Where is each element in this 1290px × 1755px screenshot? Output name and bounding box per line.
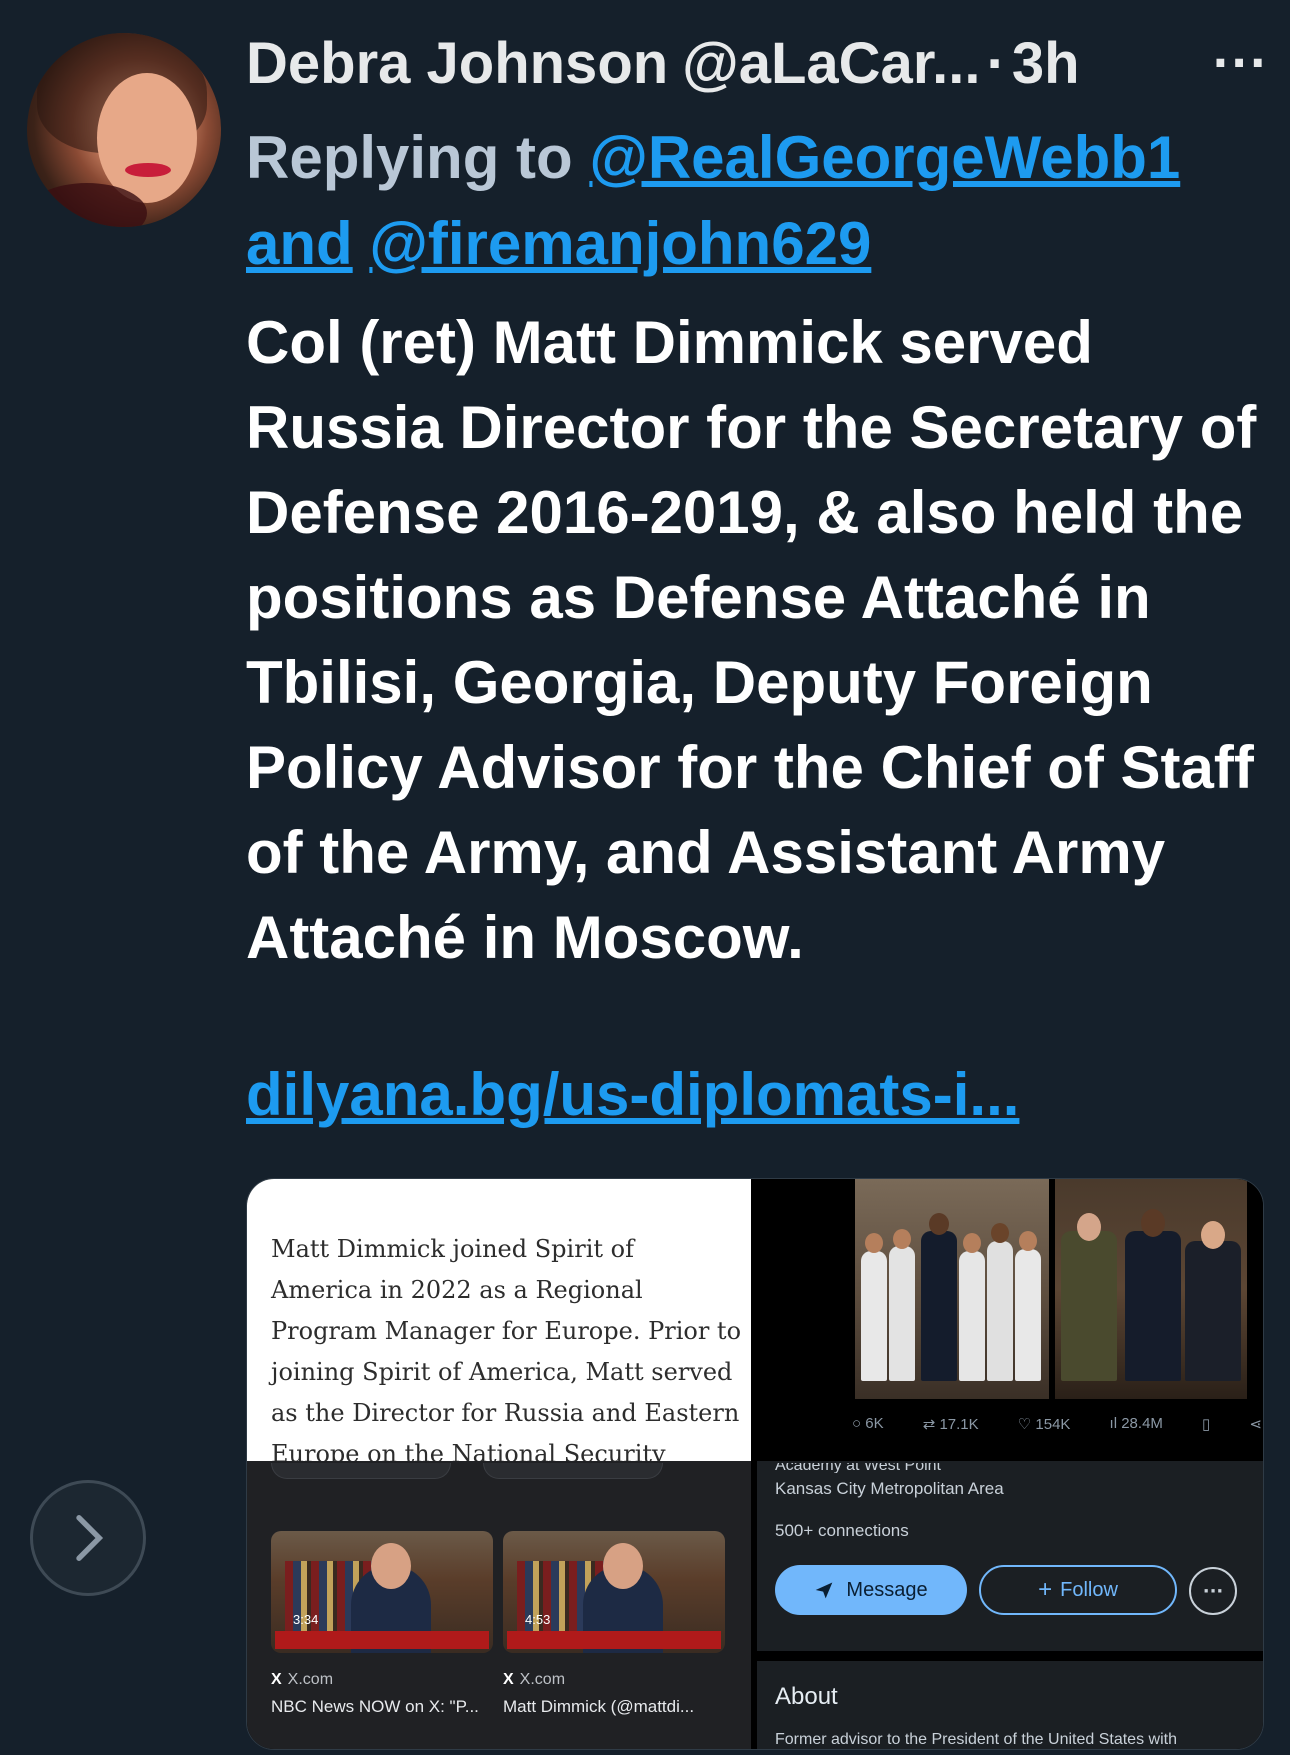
- like-count[interactable]: ♡ 154K: [1018, 1415, 1071, 1433]
- heart-icon: ♡: [1017, 1416, 1036, 1433]
- plus-icon: +: [1038, 1576, 1053, 1603]
- video-source: X X.com: [271, 1671, 334, 1688]
- reply-icon: ○: [852, 1415, 866, 1432]
- author-avatar[interactable]: [27, 33, 221, 227]
- more-options-icon[interactable]: ···: [1212, 38, 1268, 89]
- video-thumbnail[interactable]: 4:53: [503, 1531, 725, 1653]
- share-icon[interactable]: ⋖: [1249, 1415, 1262, 1433]
- x-logo-icon: X: [271, 1671, 282, 1688]
- award-photo: [1055, 1179, 1247, 1399]
- tweet-text: Col (ret) Matt Dimmick served Russia Dir…: [246, 309, 1257, 971]
- post-stats: ○ 6K ⇄ 17.1K ♡ 154K ıl 28.4M ▯ ⋖: [852, 1415, 1262, 1433]
- reply-and[interactable]: and: [246, 210, 353, 277]
- replying-to: Replying to @RealGeorgeWebb1 and @firema…: [246, 115, 1266, 287]
- media-profile-screenshot[interactable]: Academy at West Point Kansas City Metrop…: [757, 1461, 1263, 1749]
- repost-icon: ⇄: [922, 1416, 940, 1433]
- chevron-right-icon: [76, 1515, 104, 1561]
- tweet-header: Debra Johnson @aLaCar... · 3h: [246, 28, 1246, 98]
- profile-more-icon[interactable]: ···: [1189, 1567, 1237, 1615]
- group-photo: [855, 1179, 1049, 1399]
- reply-count[interactable]: ○ 6K: [852, 1415, 884, 1433]
- bookmark-icon[interactable]: ▯: [1202, 1415, 1210, 1433]
- media-grid[interactable]: Matt Dimmick joined Spirit of America in…: [246, 1178, 1264, 1750]
- author-handle[interactable]: @aLaCar...: [682, 30, 980, 97]
- reply-mention-1[interactable]: @RealGeorgeWebb1: [589, 124, 1180, 191]
- profile-connections: 500+ connections: [775, 1521, 909, 1540]
- video-title[interactable]: NBC News NOW on X: "P...: [271, 1697, 479, 1717]
- tweet-link[interactable]: dilyana.bg/us-diplomats-i...: [246, 1060, 1019, 1129]
- replying-prefix: Replying to: [246, 124, 573, 191]
- follow-button[interactable]: + Follow: [979, 1565, 1177, 1615]
- header-separator: ·: [986, 30, 1006, 96]
- profile-cut-text: Academy at West Point: [775, 1463, 941, 1473]
- video-duration: 4:53: [525, 1612, 551, 1627]
- about-heading: About: [775, 1683, 838, 1710]
- tweet-time[interactable]: 3h: [1012, 30, 1080, 97]
- views-icon: ıl: [1109, 1415, 1122, 1432]
- video-title[interactable]: Matt Dimmick (@mattdi...: [503, 1697, 694, 1717]
- video-duration: 3:34: [293, 1612, 319, 1627]
- reply-mention-2[interactable]: @firemanjohn629: [369, 210, 871, 277]
- profile-location: Kansas City Metropolitan Area: [775, 1479, 1004, 1498]
- x-logo-icon: X: [503, 1671, 514, 1688]
- repost-count[interactable]: ⇄ 17.1K: [923, 1415, 979, 1433]
- next-arrow-button[interactable]: [30, 1480, 146, 1596]
- send-icon: [816, 1582, 833, 1599]
- video-source: X X.com: [503, 1671, 566, 1688]
- media-photo-post[interactable]: ○ 6K ⇄ 17.1K ♡ 154K ıl 28.4M ▯ ⋖: [757, 1179, 1263, 1461]
- video-thumbnail[interactable]: 3:34: [271, 1531, 493, 1653]
- about-text: Former advisor to the President of the U…: [775, 1731, 1177, 1748]
- media-video-results[interactable]: 3:34 X X.com NBC News NOW on X: "P... 4:5…: [247, 1461, 751, 1749]
- author-name[interactable]: Debra Johnson: [246, 30, 668, 97]
- message-button[interactable]: Message: [775, 1565, 967, 1615]
- view-count[interactable]: ıl 28.4M: [1110, 1415, 1163, 1433]
- media-bio-screenshot[interactable]: Matt Dimmick joined Spirit of America in…: [247, 1179, 751, 1509]
